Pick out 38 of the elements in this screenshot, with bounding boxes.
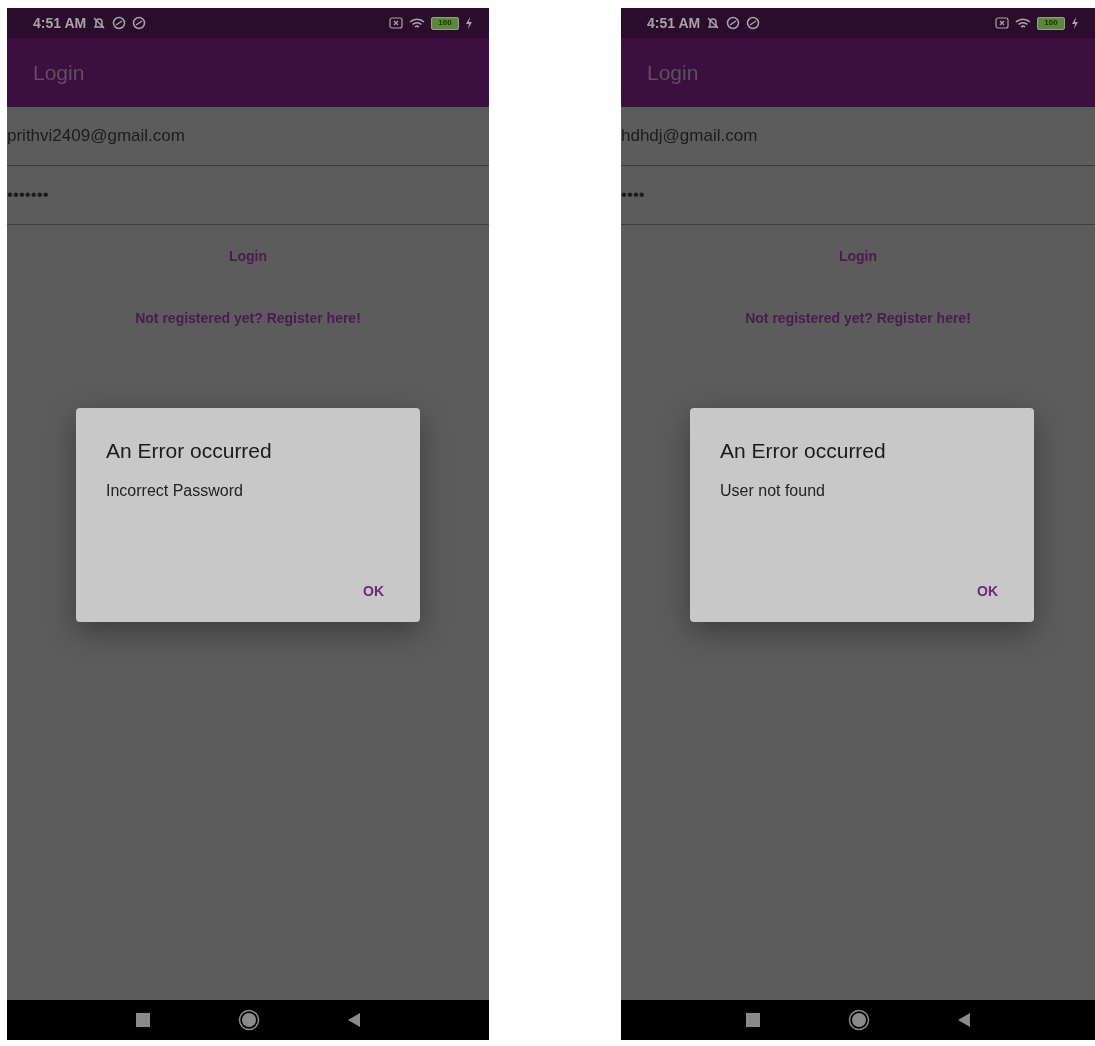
recents-icon — [136, 1013, 150, 1027]
wifi-icon — [409, 16, 425, 30]
muted-bell-icon — [706, 16, 721, 30]
recents-icon — [746, 1013, 760, 1027]
login-button[interactable]: Login — [228, 246, 268, 267]
muted-bell-icon — [92, 16, 107, 30]
login-button[interactable]: Login — [838, 246, 878, 267]
circle-icon — [726, 16, 741, 30]
home-icon — [848, 1009, 870, 1031]
dialog-title: An Error occurred — [106, 438, 273, 464]
ok-button[interactable]: OK — [971, 581, 1004, 602]
status-time: 4:51 AM — [647, 13, 701, 33]
status-time: 4:51 AM — [33, 13, 87, 33]
charging-icon — [1071, 17, 1079, 29]
dialog-message: User not found — [720, 481, 826, 502]
register-link[interactable]: Not registered yet? Register here! — [135, 308, 361, 329]
app-bar-title: Login — [647, 59, 699, 86]
battery-level: 100 — [1037, 16, 1065, 30]
battery-level: 100 — [431, 16, 459, 30]
circle-icon — [112, 16, 127, 30]
wifi-icon — [1015, 16, 1031, 30]
dialog-title: An Error occurred — [720, 438, 887, 464]
sim-x-icon — [389, 17, 403, 29]
ok-button[interactable]: OK — [357, 581, 390, 602]
register-link[interactable]: Not registered yet? Register here! — [745, 308, 971, 329]
circle-icon — [132, 16, 147, 30]
back-icon — [958, 1013, 970, 1027]
password-field[interactable]: •••• — [621, 166, 1095, 225]
back-icon — [348, 1013, 360, 1027]
email-field[interactable]: prithvi2409@gmail.com — [7, 107, 489, 166]
password-field[interactable]: ••••••• — [7, 166, 489, 225]
app-bar-title: Login — [33, 59, 85, 86]
charging-icon — [465, 17, 473, 29]
circle-icon — [746, 16, 761, 30]
sim-x-icon — [995, 17, 1009, 29]
email-field[interactable]: hdhdj@gmail.com — [621, 107, 1095, 166]
dialog-message: Incorrect Password — [106, 481, 244, 502]
home-icon — [238, 1009, 260, 1031]
